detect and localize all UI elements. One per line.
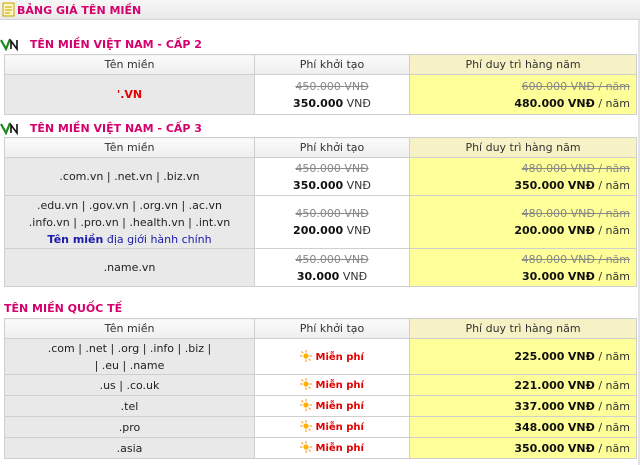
annual-old-price: 600.000 VNĐ / năm (521, 79, 630, 93)
table-row: .com | .net | .org | .info | .biz | | .e… (4, 338, 637, 375)
vn-logo-icon (0, 122, 18, 135)
annual-price: 221.000 (514, 378, 565, 392)
table-row: .asia Miễn phí 350.000 VNĐ / năm (4, 437, 637, 459)
free-label: Miễn phí (315, 351, 364, 363)
section-title-vn-level2: TÊN MIỀN VIỆT NAM - CẤP 2 (0, 37, 202, 53)
page-title: BẢNG GIÁ TÊN MIỀN (17, 4, 142, 17)
price-list-icon (2, 2, 15, 17)
setup-new-price: 350.000 VNĐ (293, 96, 371, 110)
domain-name: | .eu | .name (94, 358, 165, 372)
col-header-name: Tên miền (4, 318, 255, 339)
domain-name: .pro (4, 416, 255, 438)
sparkle-icon (300, 399, 313, 411)
annual-old-price: 480.000 VNĐ / năm (521, 252, 630, 266)
sparkle-icon (300, 420, 313, 432)
price-table-vn-level2: Tên miền Phí khởi tạo Phí duy trì hàng n… (4, 54, 637, 115)
annual-new-price: 200.000 VNĐ / năm (514, 224, 630, 237)
col-header-setup: Phí khởi tạo (254, 318, 410, 339)
setup-old-price: 450.000 VNĐ (295, 252, 369, 266)
free-label: Miễn phí (315, 380, 364, 391)
domain-name: .edu.vn | .gov.vn | .org.vn | .ac.vn (37, 198, 222, 212)
table-row: '.VN 450.000 VNĐ 350.000 VNĐ 600.000 VNĐ… (4, 74, 637, 115)
domain-name: .com.vn | .net.vn | .biz.vn (4, 157, 255, 196)
price-table-vn-level3: Tên miền Phí khởi tạo Phí duy trì hàng n… (4, 137, 637, 287)
domain-name: .name.vn (4, 248, 255, 287)
free-label: Miễn phí (315, 401, 364, 412)
domain-name: .asia (4, 437, 255, 459)
table-row: .com.vn | .net.vn | .biz.vn 450.000 VNĐ … (4, 157, 637, 196)
col-header-name: Tên miền (4, 137, 255, 158)
col-header-name: Tên miền (4, 54, 255, 75)
setup-old-price: 450.000 VNĐ (295, 79, 369, 93)
table-row: .us | .co.uk Miễn phí 221.000 VNĐ / năm (4, 374, 637, 396)
setup-new-price: 30.000 VNĐ (296, 269, 368, 283)
admin-domain-link[interactable]: Tên miền địa giới hành chính (11, 231, 248, 248)
col-header-annual: Phí duy trì hàng năm (409, 318, 637, 339)
table-row: .edu.vn | .gov.vn | .org.vn | .ac.vn .in… (4, 195, 637, 249)
free-label: Miễn phí (315, 443, 364, 454)
table-row: .tel Miễn phí 337.000 VNĐ / năm (4, 395, 637, 417)
setup-new-price: 350.000 VNĐ (293, 178, 371, 192)
annual-new-price: 30.000 VNĐ / năm (521, 269, 630, 283)
annual-price: 337.000 (514, 399, 565, 413)
col-header-annual: Phí duy trì hàng năm (409, 54, 637, 75)
annual-price: 350.000 (514, 441, 565, 455)
col-header-setup: Phí khởi tạo (254, 54, 410, 75)
setup-old-price: 450.000 VNĐ (295, 161, 369, 175)
annual-old-price: 480.000 VNĐ / năm (521, 207, 630, 220)
annual-old-price: 480.000 VNĐ / năm (521, 161, 630, 175)
section-title-international: TÊN MIỀN QUỐC TẾ (4, 302, 123, 315)
table-row: .name.vn 450.000 VNĐ 30.000 VNĐ 480.000 … (4, 248, 637, 287)
section-title-vn-level3: TÊN MIỀN VIỆT NAM - CẤP 3 (0, 121, 202, 137)
domain-name: .com | .net | .org | .info | .biz | (47, 341, 212, 355)
annual-price: 348.000 (514, 420, 565, 434)
sparkle-icon (300, 441, 313, 453)
setup-old-price: 450.000 VNĐ (295, 207, 369, 220)
annual-new-price: 480.000 VNĐ / năm (514, 96, 630, 110)
col-header-setup: Phí khởi tạo (254, 137, 410, 158)
setup-new-price: 200.000 VNĐ (293, 224, 371, 237)
domain-name: .info.vn | .pro.vn | .health.vn | .int.v… (28, 215, 231, 229)
domain-name: '.VN (116, 88, 143, 101)
page-header: BẢNG GIÁ TÊN MIỀN (0, 0, 640, 20)
col-header-annual: Phí duy trì hàng năm (409, 137, 637, 158)
domain-name: .tel (4, 395, 255, 417)
annual-price: 225.000 (514, 350, 565, 363)
free-label: Miễn phí (315, 422, 364, 433)
price-table-international: Tên miền Phí khởi tạo Phí duy trì hàng n… (4, 318, 637, 459)
vn-logo-icon (0, 38, 18, 51)
sparkle-icon (300, 378, 313, 390)
annual-new-price: 350.000 VNĐ / năm (514, 178, 630, 192)
sparkle-icon (300, 349, 313, 362)
domain-name: .us | .co.uk (4, 374, 255, 396)
table-row: .pro Miễn phí 348.000 VNĐ / năm (4, 416, 637, 438)
